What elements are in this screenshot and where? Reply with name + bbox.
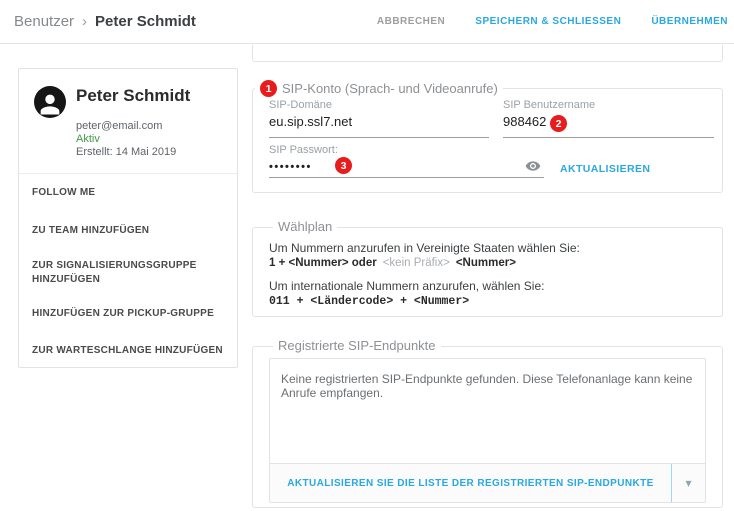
dialplan-intl-instruction: Um internationale Nummern anzurufen, wäh… [269, 279, 545, 293]
sip-password-label: SIP Passwort: [269, 144, 338, 156]
breadcrumb-users-link[interactable]: Benutzer [14, 13, 74, 30]
sip-username-underline [503, 137, 714, 138]
show-password-button[interactable] [525, 158, 541, 174]
chevron-right-icon: › [82, 13, 88, 30]
sip-endpoints-legend: Registrierte SIP-Endpunkte [273, 338, 441, 353]
user-name: Peter Schmidt [76, 86, 191, 105]
sidebar-item-add-to-team[interactable]: ZU TEAM HINZUFÜGEN [32, 224, 226, 238]
profile-card: Peter Schmidt peter@email.com Aktiv Erst… [18, 68, 238, 368]
refresh-endpoints-button[interactable]: AKTUALISIEREN SIE DIE LISTE DER REGISTRI… [270, 478, 671, 489]
sip-username-label: SIP Benutzername [503, 99, 596, 111]
save-close-button[interactable]: SPEICHERN & SCHLIESSEN [475, 16, 621, 27]
sidebar-item-add-to-signaling-group[interactable]: ZUR SIGNALISIERUNGSGRUPPE HINZUFÜGEN [32, 259, 226, 287]
header-actions: ABBRECHEN SPEICHERN & SCHLIESSEN ÜBERNEH… [377, 16, 734, 27]
sip-account-section: 1 SIP-Konto (Sprach- und Videoanrufe) SI… [252, 80, 723, 193]
chevron-down-icon: ▾ [685, 476, 692, 490]
sip-domain-field[interactable]: eu.sip.ssl7.net [269, 114, 352, 129]
dialplan-section: Wählplan Um Nummern anzurufen in Vereini… [252, 219, 723, 317]
user-detail-page: Benutzer › Peter Schmidt ABBRECHEN SPEIC… [0, 0, 734, 511]
sip-endpoints-list: Keine registrierten SIP-Endpunkte gefund… [269, 358, 706, 503]
dialplan-legend: Wählplan [273, 219, 338, 234]
page-title: Peter Schmidt [95, 13, 196, 30]
dialplan-us-pattern: 1 + <Nummer> oder <kein Präfix> <Nummer> [269, 257, 516, 269]
dialplan-us-instruction: Um Nummern anzurufen in Vereinigte Staat… [269, 241, 580, 255]
dialplan-us-pattern-start: 1 + <Nummer> oder [269, 257, 377, 269]
empty-endpoints-message: Keine registrierten SIP-Endpunkte gefund… [281, 372, 693, 400]
sip-endpoints-section: Registrierte SIP-Endpunkte Keine registr… [252, 338, 723, 508]
person-icon [40, 94, 60, 115]
sip-username-field[interactable]: 988462 [503, 114, 546, 129]
cancel-button[interactable]: ABBRECHEN [377, 16, 445, 27]
divider [19, 173, 237, 174]
user-email: peter@email.com [76, 120, 163, 132]
sip-password-field[interactable]: •••••••• [269, 161, 312, 173]
sip-password-underline [269, 177, 544, 178]
dialplan-us-pattern-end: <Nummer> [455, 257, 516, 269]
annotation-badge-2: 2 [550, 115, 567, 132]
dialplan-us-pattern-muted: <kein Präfix> [382, 257, 450, 269]
eye-icon [525, 161, 541, 171]
created-date: Erstellt: 14 Mai 2019 [76, 146, 177, 158]
update-password-button[interactable]: AKTUALISIEREN [560, 163, 650, 175]
refresh-dropdown-button[interactable]: ▾ [671, 464, 705, 502]
sip-domain-label: SIP-Domäne [269, 99, 332, 111]
sip-account-legend: 1 SIP-Konto (Sprach- und Videoanrufe) [255, 80, 503, 97]
annotation-badge-3: 3 [335, 157, 352, 174]
sip-account-legend-text: SIP-Konto (Sprach- und Videoanrufe) [282, 81, 498, 96]
status-badge: Aktiv [76, 133, 100, 145]
sidebar-item-add-to-pickup-group[interactable]: HINZUFÜGEN ZUR PICKUP-GRUPPE [32, 307, 226, 321]
refresh-endpoints-bar: AKTUALISIEREN SIE DIE LISTE DER REGISTRI… [270, 463, 705, 502]
header-bar: Benutzer › Peter Schmidt ABBRECHEN SPEIC… [0, 0, 734, 44]
annotation-badge-1: 1 [260, 80, 277, 97]
sip-domain-underline [269, 137, 489, 138]
avatar [34, 86, 66, 118]
apply-button[interactable]: ÜBERNEHMEN [651, 16, 728, 27]
sidebar-item-follow-me[interactable]: FOLLOW ME [32, 186, 226, 200]
scrolled-section-remnant [252, 45, 723, 62]
dialplan-intl-pattern: 011 + <Ländercode> + <Nummer> [269, 295, 470, 308]
sidebar-item-add-to-queue[interactable]: ZUR WARTESCHLANGE HINZUFÜGEN [32, 344, 226, 358]
breadcrumb: Benutzer › Peter Schmidt [0, 13, 196, 30]
